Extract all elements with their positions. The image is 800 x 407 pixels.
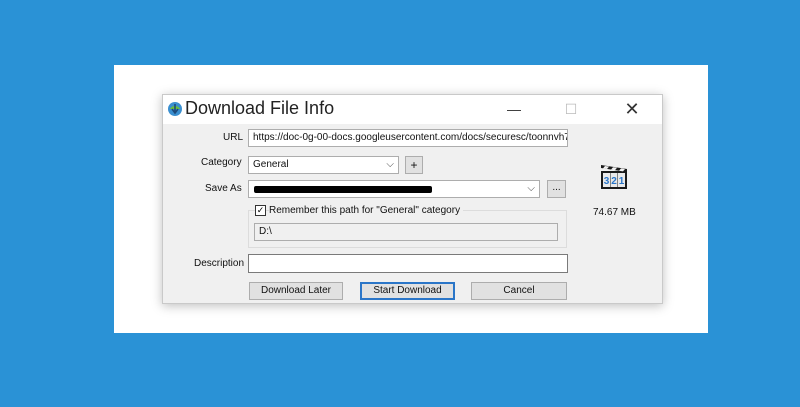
save-as-combo[interactable]: ⌵ [248, 180, 540, 198]
svg-text:3: 3 [604, 176, 610, 187]
title-bar: Download File Info — ☐ ✕ [163, 95, 662, 124]
chevron-down-icon: ⌵ [386, 159, 394, 170]
dialog-title: Download File Info [185, 98, 335, 118]
category-dropdown[interactable]: General ⌵ [248, 156, 399, 174]
browse-button[interactable]: ... [547, 180, 566, 198]
description-input[interactable] [248, 254, 568, 273]
file-size: 74.67 MB [593, 207, 636, 218]
download-file-info-dialog: Download File Info — ☐ ✕ URL https://doc… [162, 94, 663, 304]
maximize-button[interactable]: ☐ [548, 95, 594, 124]
redacted-path [254, 186, 432, 193]
remember-path-checkbox[interactable]: ✓ [255, 205, 266, 216]
idm-app-icon [168, 102, 182, 116]
chevron-down-icon: ⌵ [527, 183, 535, 194]
url-field[interactable]: https://doc-0g-00-docs.googleusercontent… [248, 129, 568, 147]
add-category-button[interactable]: + [405, 156, 423, 174]
start-download-button[interactable]: Start Download [360, 282, 455, 300]
url-label: URL [223, 132, 244, 143]
category-label: Category [201, 157, 242, 168]
svg-text:2: 2 [611, 176, 617, 187]
close-button[interactable]: ✕ [609, 95, 655, 124]
path-display: D:\ [254, 223, 558, 241]
media-player-321-icon: 3 2 1 [601, 165, 627, 189]
save-as-label: Save As [205, 183, 242, 194]
svg-text:1: 1 [619, 176, 625, 187]
description-label: Description [194, 258, 245, 269]
remember-path-label[interactable]: Remember this path for "General" categor… [269, 205, 464, 216]
category-value: General [253, 159, 289, 170]
cancel-button[interactable]: Cancel [471, 282, 567, 300]
download-later-button[interactable]: Download Later [249, 282, 343, 300]
minimize-button[interactable]: — [491, 95, 537, 124]
